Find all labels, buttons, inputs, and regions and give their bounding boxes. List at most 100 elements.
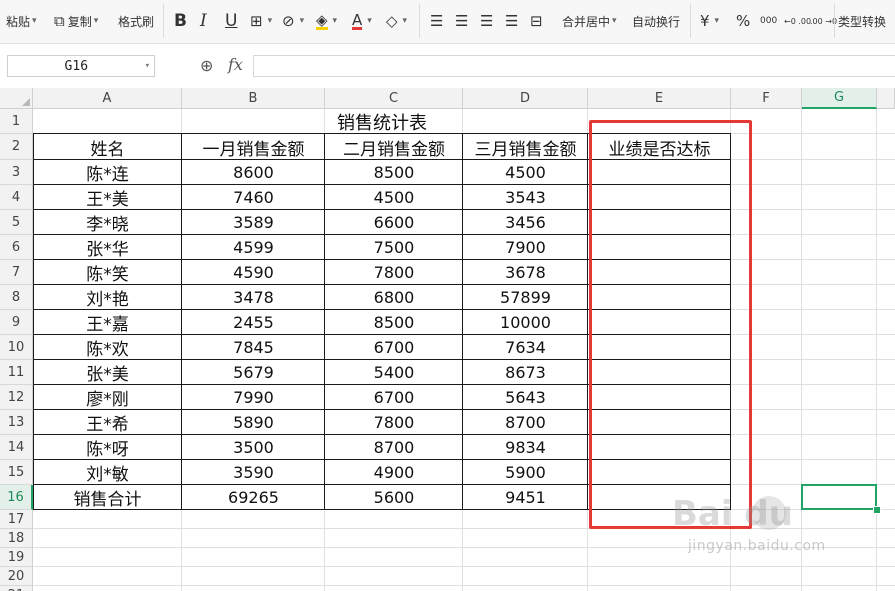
data-cell[interactable]: 10000 [463,310,588,335]
row-header-7[interactable]: 7 [0,260,33,285]
data-cell[interactable]: 7990 [182,385,325,410]
data-cell[interactable]: 4500 [325,185,463,210]
paste-button[interactable]: 粘贴 ▾ [6,4,37,38]
clear-format-button[interactable]: ◇ ▾ [386,4,407,38]
data-cell[interactable]: 张*美 [33,360,182,385]
header-cell[interactable]: 一月销售金额 [182,134,325,160]
data-cell[interactable]: 3590 [182,460,325,485]
data-cell[interactable]: 刘*艳 [33,285,182,310]
column-header-g[interactable]: G [802,88,877,109]
data-cell[interactable]: 廖*刚 [33,385,182,410]
row-header-13[interactable]: 13 [0,410,33,435]
row-header-3[interactable]: 3 [0,160,33,185]
row-header-11[interactable]: 11 [0,360,33,385]
italic-button[interactable]: I [200,4,207,38]
type-convert-button[interactable]: 类型转换 [838,4,886,38]
data-cell[interactable]: 3589 [182,210,325,235]
percent-button[interactable]: % [736,4,753,38]
data-cell[interactable]: 王*希 [33,410,182,435]
column-header-a[interactable]: A [33,88,182,109]
row-header-6[interactable]: 6 [0,235,33,260]
thousands-button[interactable]: 000 [760,4,777,38]
increase-decimal-button[interactable]: ←0 .00 [784,4,811,38]
distributed-button[interactable]: ⊟ [530,4,546,38]
data-cell[interactable]: 9451 [463,485,588,510]
data-cell[interactable]: 7460 [182,185,325,210]
format-painter-button[interactable]: 格式刷 [118,4,154,38]
decrease-decimal-button[interactable]: .00 →0 [810,4,837,38]
column-header-f[interactable]: F [731,88,802,109]
auto-wrap-button[interactable]: 自动换行 [632,4,680,38]
data-cell[interactable]: 王*美 [33,185,182,210]
data-cell[interactable]: 8500 [325,160,463,185]
data-cell[interactable]: 王*嘉 [33,310,182,335]
data-cell[interactable]: 4599 [182,235,325,260]
fill-pattern-button[interactable]: ⊘ ▾ [282,4,304,38]
data-cell[interactable]: 6700 [325,385,463,410]
column-header-c[interactable]: C [325,88,463,109]
fx-icon[interactable]: fx [228,55,243,74]
row-header-14[interactable]: 14 [0,435,33,460]
data-cell[interactable]: 3678 [463,260,588,285]
header-cell[interactable]: 姓名 [33,134,182,160]
currency-button[interactable]: ¥ ▾ [700,4,719,38]
row-header-16[interactable]: 16 [0,485,33,510]
row-header-15[interactable]: 15 [0,460,33,485]
data-cell[interactable]: 8700 [463,410,588,435]
header-cell[interactable]: 三月销售金额 [463,134,588,160]
copy-button[interactable]: ⧉ 复制 ▾ [54,4,98,38]
bold-button[interactable]: B [174,4,187,38]
column-header-d[interactable]: D [463,88,588,109]
data-cell[interactable]: 5643 [463,385,588,410]
data-cell[interactable]: 6800 [325,285,463,310]
data-cell[interactable]: 张*华 [33,235,182,260]
data-cell[interactable]: 3500 [182,435,325,460]
row-header-18[interactable]: 18 [0,529,33,548]
data-cell[interactable]: 刘*敏 [33,460,182,485]
data-cell[interactable]: 69265 [182,485,325,510]
formula-input[interactable] [253,55,895,77]
align-center-button[interactable]: ☰ [455,4,471,38]
data-cell[interactable]: 销售合计 [33,485,182,510]
selected-cell-outline[interactable] [801,484,877,510]
data-cell[interactable]: 陈*连 [33,160,182,185]
font-color-button[interactable]: A ▾ [352,4,372,38]
underline-button[interactable]: U [225,4,237,38]
column-header-e[interactable]: E [588,88,731,109]
data-cell[interactable]: 3478 [182,285,325,310]
select-all-corner[interactable] [0,88,33,109]
data-cell[interactable]: 4900 [325,460,463,485]
data-cell[interactable]: 4590 [182,260,325,285]
data-cell[interactable]: 7500 [325,235,463,260]
row-header-17[interactable]: 17 [0,510,33,529]
data-cell[interactable]: 7800 [325,260,463,285]
data-cell[interactable]: 陈*欢 [33,335,182,360]
data-cell[interactable]: 7634 [463,335,588,360]
column-header-b[interactable]: B [182,88,325,109]
zoom-icon[interactable]: ⊕ [200,56,213,75]
align-left-button[interactable]: ☰ [430,4,446,38]
data-cell[interactable]: 5890 [182,410,325,435]
data-cell[interactable]: 8500 [325,310,463,335]
row-header-1[interactable]: 1 [0,109,33,134]
fill-handle[interactable] [873,506,881,514]
merge-center-button[interactable]: 合并居中 ▾ [562,4,617,38]
data-cell[interactable]: 8600 [182,160,325,185]
row-header-21[interactable]: 21 [0,586,33,591]
data-cell[interactable]: 3543 [463,185,588,210]
data-cell[interactable]: 陈*呀 [33,435,182,460]
row-header-20[interactable]: 20 [0,567,33,586]
data-cell[interactable]: 5679 [182,360,325,385]
data-cell[interactable]: 6600 [325,210,463,235]
data-cell[interactable]: 5600 [325,485,463,510]
data-cell[interactable]: 9834 [463,435,588,460]
header-cell[interactable]: 二月销售金额 [325,134,463,160]
row-header-12[interactable]: 12 [0,385,33,410]
data-cell[interactable]: 4500 [463,160,588,185]
data-cell[interactable]: 7845 [182,335,325,360]
row-header-5[interactable]: 5 [0,210,33,235]
border-button[interactable]: ⊞ ▾ [250,4,272,38]
align-right-button[interactable]: ☰ [480,4,496,38]
fill-color-button[interactable]: ◈ ▾ [316,4,337,38]
row-header-19[interactable]: 19 [0,548,33,567]
